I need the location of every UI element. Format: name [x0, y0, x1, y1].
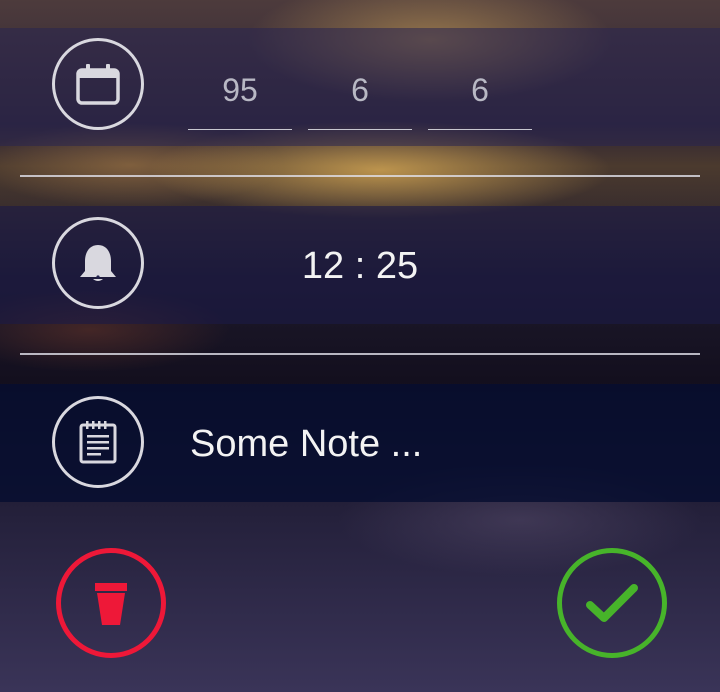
checkmark-icon: [586, 584, 638, 622]
notepad-icon: [79, 421, 117, 464]
year-underline: [188, 128, 292, 130]
trash-icon: [95, 583, 127, 625]
note-input[interactable]: Some Note ...: [190, 423, 422, 466]
month-field[interactable]: 6: [308, 58, 412, 130]
bell-icon-button[interactable]: [52, 217, 144, 309]
day-field[interactable]: 6: [428, 58, 532, 130]
divider: [20, 353, 700, 355]
calendar-icon-button[interactable]: [52, 38, 144, 130]
notepad-icon-button[interactable]: [52, 396, 144, 488]
confirm-button[interactable]: [557, 548, 667, 658]
year-value: 95: [222, 72, 258, 108]
calendar-icon: [76, 64, 120, 105]
divider: [20, 175, 700, 177]
day-underline: [428, 128, 532, 130]
year-field[interactable]: 95: [188, 58, 292, 130]
day-value: 6: [471, 72, 489, 108]
delete-button[interactable]: [56, 548, 166, 658]
bell-icon: [80, 245, 116, 281]
reminder-time[interactable]: 12 : 25: [240, 245, 480, 288]
month-underline: [308, 128, 412, 130]
month-value: 6: [351, 72, 369, 108]
